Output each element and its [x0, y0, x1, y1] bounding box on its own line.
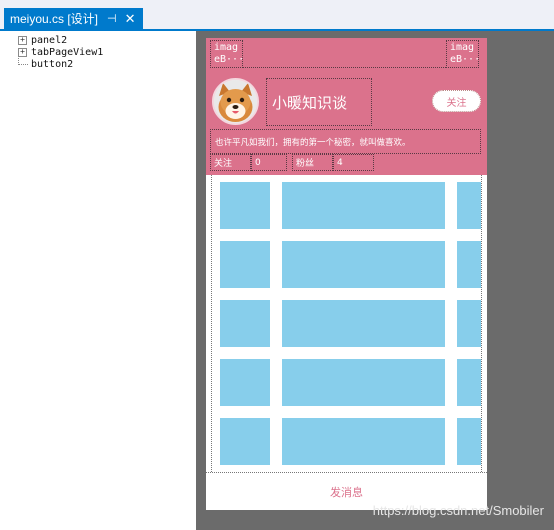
document-tab-strip: meiyou.cs [设计] ⊣ ✕ — [0, 0, 554, 30]
grid-cell[interactable] — [282, 241, 445, 288]
pin-icon[interactable]: ⊣ — [107, 12, 117, 25]
grid-cell[interactable] — [457, 182, 481, 229]
tree-item-label: panel2 — [31, 34, 68, 46]
channel-title-label: 小暖知识谈 — [266, 78, 372, 126]
grid-cell[interactable] — [220, 300, 270, 347]
grid-cell[interactable] — [220, 359, 270, 406]
following-count: 0 — [251, 154, 287, 171]
tree-item-tabpageview1[interactable]: + tabPageView1 — [18, 46, 103, 58]
grid-cell[interactable] — [457, 300, 481, 347]
grid-cell[interactable] — [457, 241, 481, 288]
grid-cell[interactable] — [282, 418, 445, 465]
fans-label: 粉丝 — [292, 154, 333, 171]
grid-cell[interactable] — [457, 418, 481, 465]
fans-count: 4 — [333, 154, 374, 171]
grid-cell[interactable] — [282, 300, 445, 347]
right-image-button[interactable]: imag eB··· — [446, 40, 480, 68]
left-image-button[interactable]: imag eB··· — [210, 40, 244, 68]
watermark-text: https://blog.csdn.net/Smobiler — [372, 503, 544, 518]
expand-plus-icon[interactable]: + — [18, 35, 27, 45]
tree-connector — [18, 57, 28, 65]
designer-tab-title: meiyou.cs [设计] — [10, 12, 99, 26]
tree-item-button2[interactable]: button2 — [18, 57, 74, 70]
tree-item-label: tabPageView1 — [31, 46, 104, 58]
tree-item-panel2[interactable]: + panel2 — [18, 34, 67, 46]
header-top-divider — [243, 67, 446, 68]
shiba-dog-avatar-icon — [214, 80, 257, 123]
grid-cell[interactable] — [457, 359, 481, 406]
document-outline-panel: + panel2 + tabPageView1 button2 — [0, 31, 196, 530]
grid-cell[interactable] — [220, 182, 270, 229]
designer-tab[interactable]: meiyou.cs [设计] ⊣ ✕ — [4, 8, 143, 29]
expand-plus-icon[interactable]: + — [18, 47, 27, 57]
avatar[interactable] — [212, 78, 259, 125]
grid-cell[interactable] — [220, 418, 270, 465]
following-label: 关注 — [210, 154, 251, 171]
grid-cell[interactable] — [282, 182, 445, 229]
tree-item-label: button2 — [31, 58, 74, 70]
grid-cell[interactable] — [282, 359, 445, 406]
profile-header-panel[interactable]: imag eB··· imag eB··· 小暖知识谈 关注 也许平凡如我们，拥… — [206, 38, 487, 175]
content-grid[interactable] — [211, 175, 482, 472]
close-icon[interactable]: ✕ — [125, 11, 136, 27]
follow-button[interactable]: 关注 — [432, 90, 481, 112]
grid-cell[interactable] — [220, 241, 270, 288]
motto-label: 也许平凡如我们，拥有的第一个秘密，就叫做喜欢。 — [210, 129, 481, 154]
mobile-form-preview: imag eB··· imag eB··· 小暖知识谈 关注 也许平凡如我们，拥… — [206, 38, 487, 510]
